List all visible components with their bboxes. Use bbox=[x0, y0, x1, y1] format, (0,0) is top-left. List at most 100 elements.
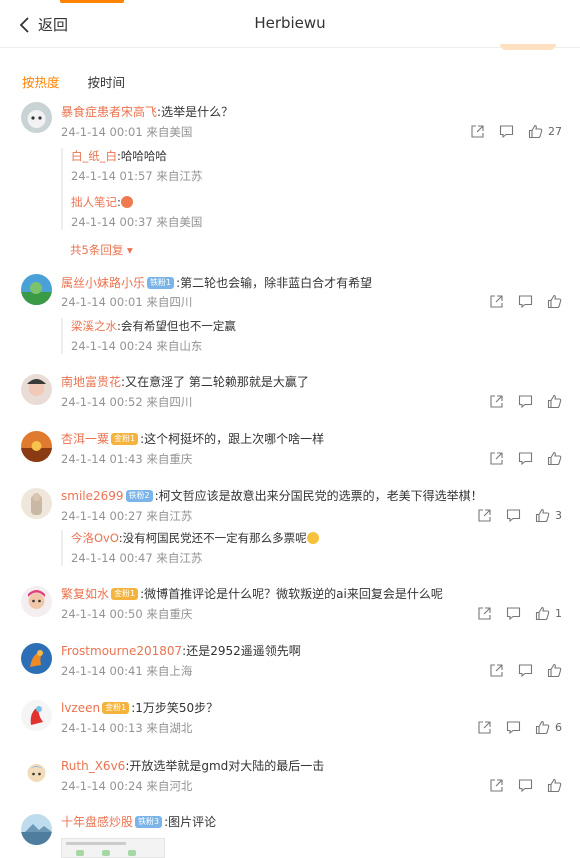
username-link[interactable]: lvzeen bbox=[61, 700, 100, 716]
share-button[interactable] bbox=[477, 720, 492, 735]
avatar[interactable] bbox=[21, 274, 52, 305]
comment-actions: 1 bbox=[477, 606, 562, 621]
share-button[interactable] bbox=[477, 508, 492, 523]
avatar[interactable] bbox=[21, 102, 52, 133]
fan-badge: 金粉1 bbox=[111, 433, 139, 445]
fan-badge: 铁粉3 bbox=[135, 816, 163, 828]
avatar[interactable] bbox=[21, 758, 52, 789]
comment-icon bbox=[518, 452, 533, 466]
comment-text: 1万步笑50步？ bbox=[135, 701, 219, 715]
fan-badge: 金粉1 bbox=[111, 588, 139, 600]
reply-meta: 24-1-14 01:57 来自江苏 bbox=[71, 169, 203, 183]
username-link[interactable]: 杏洱一粟 bbox=[61, 431, 109, 447]
comment-actions bbox=[489, 451, 562, 466]
share-icon bbox=[490, 664, 503, 677]
username-link[interactable]: 今洛OvO bbox=[71, 531, 119, 545]
share-button[interactable] bbox=[489, 451, 504, 466]
thumbs-up-icon bbox=[547, 663, 562, 678]
reply-item: 梁溪之水:会有希望但也不一定赢 bbox=[71, 319, 236, 333]
reply-button[interactable] bbox=[518, 778, 533, 793]
username-link[interactable]: smile2699 bbox=[61, 488, 124, 504]
username-link[interactable]: 拙人笔记 bbox=[71, 195, 117, 209]
comment-line: 繁复如水 金粉1: 微博首推评论是什么呢？微软叛逆的ai来回复会是什么呢 bbox=[61, 586, 443, 602]
avatar[interactable] bbox=[21, 586, 52, 617]
like-button[interactable]: 3 bbox=[535, 508, 562, 523]
thumbs-up-icon bbox=[547, 778, 562, 793]
avatar[interactable] bbox=[21, 643, 52, 674]
username-link[interactable]: 繁复如水 bbox=[61, 586, 109, 602]
share-icon bbox=[471, 125, 484, 138]
like-button[interactable]: 1 bbox=[535, 606, 562, 621]
username-link[interactable]: 白_纸_白 bbox=[71, 149, 117, 163]
reply-button[interactable] bbox=[506, 508, 521, 523]
like-button[interactable] bbox=[547, 778, 562, 793]
reply-button[interactable] bbox=[518, 663, 533, 678]
comment-meta: 24-1-14 00:01 来自美国 bbox=[61, 125, 193, 139]
like-button[interactable] bbox=[547, 663, 562, 678]
tab-by-hot[interactable]: 按热度 bbox=[22, 72, 60, 91]
avatar[interactable] bbox=[21, 700, 52, 731]
comment-icon bbox=[506, 509, 521, 523]
fan-badge: 铁粉2 bbox=[125, 490, 153, 502]
reply-button[interactable] bbox=[518, 394, 533, 409]
thumbs-up-icon bbox=[547, 294, 562, 309]
share-icon bbox=[490, 452, 503, 465]
comment-actions: 3 bbox=[477, 508, 562, 523]
comment-text: 微博首推评论是什么呢？微软叛逆的ai来回复会是什么呢 bbox=[144, 587, 443, 601]
username-link[interactable]: 十年盘感炒股 bbox=[61, 814, 133, 830]
sort-tabs: 按热度 按时间 bbox=[22, 72, 125, 91]
top-bar: 返回 Herbiewu bbox=[0, 0, 580, 48]
avatar[interactable] bbox=[21, 374, 52, 405]
reply-item: 今洛OvO:没有柯国民党还不一定有那么多票呢 bbox=[71, 530, 319, 546]
username-link[interactable]: Ruth_X6v6 bbox=[61, 758, 125, 774]
username-link[interactable]: 暴食症患者宋高飞 bbox=[61, 104, 157, 120]
comment-meta: 24-1-14 00:50 来自重庆 bbox=[61, 607, 193, 621]
reply-button[interactable] bbox=[518, 451, 533, 466]
like-button[interactable] bbox=[547, 394, 562, 409]
comment-line: 属丝小妹路小乐 铁粉1: 第二轮也会输，除非蓝白合才有希望 bbox=[61, 275, 373, 291]
share-button[interactable] bbox=[489, 294, 504, 309]
reply-item: 白_纸_白:哈哈哈哈 bbox=[71, 149, 167, 163]
avatar[interactable] bbox=[21, 431, 52, 462]
tab-by-time[interactable]: 按时间 bbox=[88, 72, 126, 91]
username-link[interactable]: Frostmourne201807 bbox=[61, 643, 182, 659]
username-link[interactable]: 属丝小妹路小乐 bbox=[61, 275, 145, 291]
share-button[interactable] bbox=[489, 778, 504, 793]
reply-text: 没有柯国民党还不一定有那么多票呢 bbox=[122, 531, 307, 545]
comment-text: 图片评论 bbox=[168, 815, 217, 829]
decorative-accent bbox=[500, 44, 556, 50]
avatar[interactable] bbox=[21, 814, 52, 845]
reply-button[interactable] bbox=[518, 294, 533, 309]
like-count: 3 bbox=[555, 509, 562, 522]
username-link[interactable]: 南地富贵花 bbox=[61, 374, 121, 390]
comment-actions: 6 bbox=[477, 720, 562, 735]
page-title: Herbiewu bbox=[254, 14, 326, 32]
thumbnail-icon bbox=[128, 850, 136, 856]
share-button[interactable] bbox=[470, 124, 485, 139]
thumbnail-icon bbox=[76, 850, 84, 856]
share-button[interactable] bbox=[489, 394, 504, 409]
like-button[interactable]: 6 bbox=[535, 720, 562, 735]
comment-text: 开放选举就是gmd对大陆的最后一击 bbox=[129, 759, 325, 773]
comment-icon bbox=[506, 607, 521, 621]
comment-text: 柯文哲应该是故意出来分国民党的选票的，老美下得选举棋！ bbox=[158, 489, 483, 503]
comment-text: 又在意淫了 第二轮赖那就是大赢了 bbox=[125, 375, 309, 389]
reply-button[interactable] bbox=[506, 606, 521, 621]
like-button[interactable] bbox=[547, 451, 562, 466]
fan-badge: 金粉1 bbox=[102, 702, 130, 714]
thumbs-up-icon bbox=[528, 124, 543, 139]
username-link[interactable]: 梁溪之水 bbox=[71, 319, 117, 333]
like-button[interactable] bbox=[547, 294, 562, 309]
reply-button[interactable] bbox=[506, 720, 521, 735]
reply-button[interactable] bbox=[499, 124, 514, 139]
comment-image-thumbnail[interactable] bbox=[61, 838, 165, 858]
share-icon bbox=[478, 607, 491, 620]
comment-line: smile2699 铁粉2: 柯文哲应该是故意出来分国民党的选票的，老美下得选举棋！ bbox=[61, 488, 483, 504]
more-replies-link[interactable]: 共5条回复 ▾ bbox=[70, 242, 133, 258]
thumbnail-line bbox=[66, 842, 126, 845]
avatar[interactable] bbox=[21, 488, 52, 519]
share-button[interactable] bbox=[477, 606, 492, 621]
like-button[interactable]: 27 bbox=[528, 124, 562, 139]
share-button[interactable] bbox=[489, 663, 504, 678]
comment-line: 暴食症患者宋高飞: 选举是什么？ bbox=[61, 104, 234, 120]
